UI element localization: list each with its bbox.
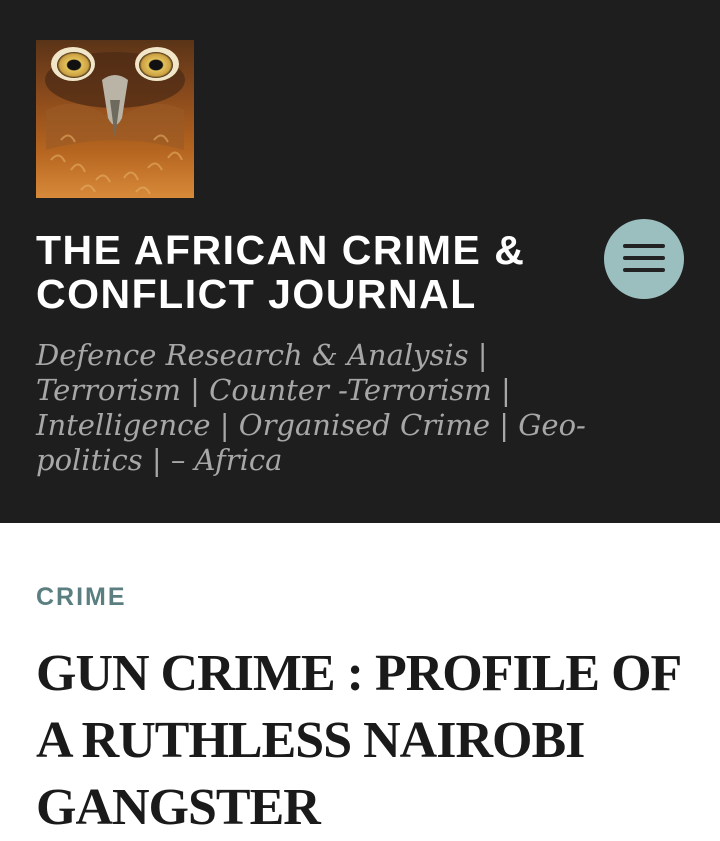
site-tagline: Defence Research & Analysis | Terrorism … [36,338,586,477]
owl-logo-icon[interactable] [36,40,194,198]
post-header: CRIME GUN CRIME : PROFILE OF A RUTHLESS … [0,523,720,841]
category-link[interactable]: CRIME [36,583,127,612]
menu-button[interactable] [604,219,684,299]
site-header: THE AFRICAN CRIME & CONFLICT JOURNAL Def… [0,0,720,523]
site-title[interactable]: THE AFRICAN CRIME & CONFLICT JOURNAL [36,228,596,316]
post-title: GUN CRIME : PROFILE OF A RUTHLESS NAIROB… [36,645,680,836]
hamburger-menu-icon [622,241,666,278]
